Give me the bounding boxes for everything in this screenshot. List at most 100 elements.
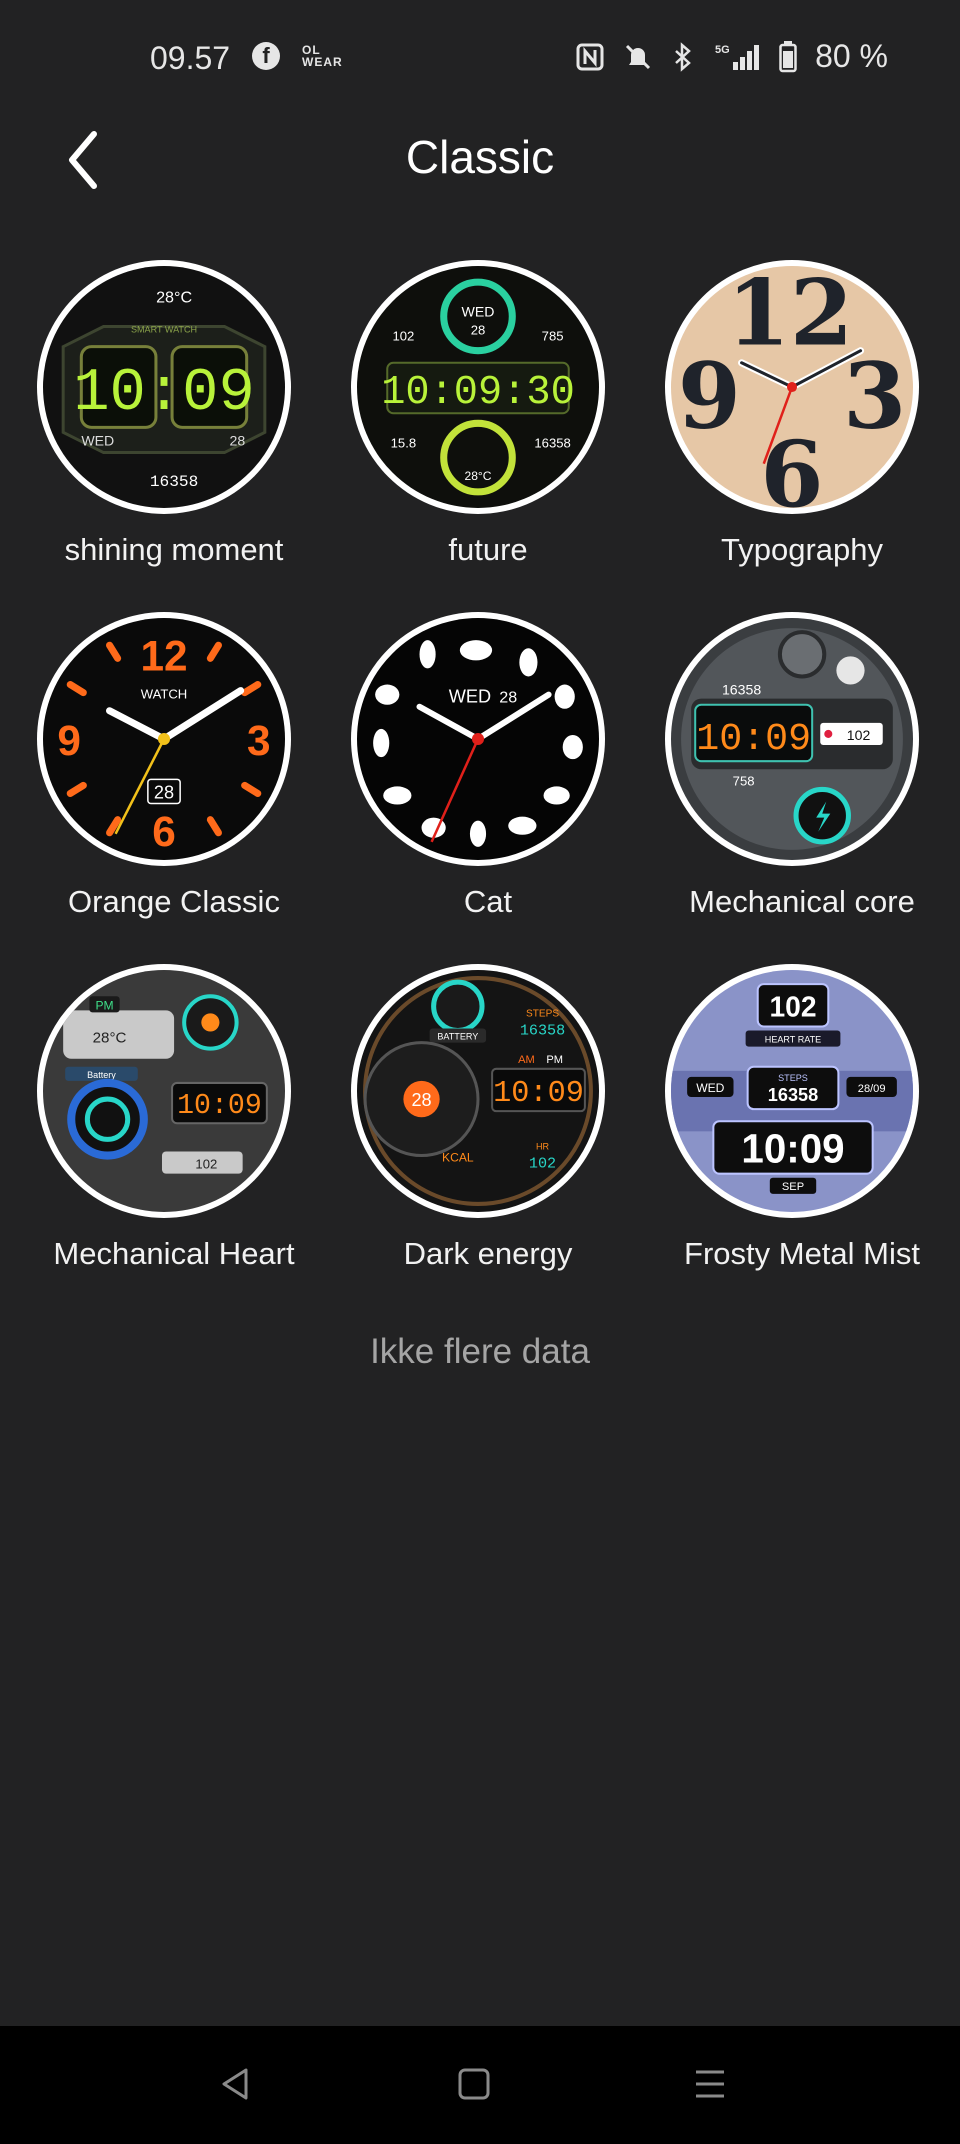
page-title: Classic [405,131,555,183]
face-time: 10:09:30 [381,370,575,416]
svg-text:WED: WED [449,687,491,707]
svg-text:WATCH: WATCH [141,687,188,702]
watch-face-preview: 10:09 16358 102 758 [671,618,913,860]
svg-text:102: 102 [529,1155,556,1173]
watch-face-thumbnail: 12 9 3 6 WATCH 28 [37,612,291,866]
watch-face-thumbnail: PM 28°C Battery 10:09 102 [37,964,291,1218]
svg-text:9: 9 [57,717,81,764]
nav-home-button[interactable] [434,2054,514,2114]
status-bar: 09.57 f OL WEAR 5G 80 % [0,0,960,120]
svg-text:3: 3 [843,343,906,449]
watch-face-shining-moment[interactable]: 10:09 28°C SMART WATCH WED 28 16358 shin… [17,260,331,590]
svg-text:3: 3 [247,717,271,764]
svg-text:785: 785 [542,329,564,344]
watch-face-thumbnail: BATTERY 28 STEPS 16358 AM PM 10:09 KCAL … [351,964,605,1218]
svg-text:HEART RATE: HEART RATE [765,1035,821,1045]
watch-face-label: Frosty Metal Mist [684,1236,920,1271]
nav-menu-button[interactable] [670,2054,750,2114]
svg-text:28: 28 [230,432,246,448]
svg-text:16358: 16358 [722,682,761,698]
svg-text:28: 28 [411,1090,431,1110]
no-more-data-text: Ikke flere data [370,1332,590,1371]
svg-text:28: 28 [499,689,517,707]
svg-text:16358: 16358 [534,436,570,451]
svg-text:Battery: Battery [87,1070,116,1080]
svg-text:KCAL: KCAL [442,1151,474,1165]
face-time: 10:09 [741,1126,844,1172]
watch-face-label: Mechanical core [689,884,915,919]
watch-face-future[interactable]: 10:09:30 WED 28 102 785 15.8 16358 28°C … [331,260,645,590]
watch-face-label: Mechanical Heart [53,1236,295,1271]
face-time: 10:09 [73,360,255,428]
watch-face-typography[interactable]: 12 9 3 6 Typography [645,260,959,590]
svg-text:15.8: 15.8 [391,436,416,451]
watch-face-preview: WED 28 [357,618,599,860]
svg-text:16358: 16358 [520,1022,565,1040]
svg-text:SEP: SEP [782,1181,804,1193]
watch-face-thumbnail: WED 28 [351,612,605,866]
svg-text:12: 12 [727,266,853,367]
svg-text:16358: 16358 [768,1085,818,1105]
watch-face-dark-energy[interactable]: BATTERY 28 STEPS 16358 AM PM 10:09 KCAL … [331,964,645,1294]
svg-text:WED: WED [462,303,495,319]
bluetooth-icon [671,41,695,72]
face-time: 10:09 [696,717,811,761]
watch-face-preview: 12 9 3 6 [671,266,913,508]
watch-face-label: Typography [721,532,883,567]
status-time: 09.57 [150,40,231,76]
network-label: 5G [715,44,730,56]
svg-text:758: 758 [733,773,755,788]
watch-face-preview: 12 9 3 6 WATCH 28 [43,618,285,860]
svg-text:16358: 16358 [150,473,198,491]
watch-face-label: shining moment [64,532,284,567]
watch-face-preview: 10:09 28°C SMART WATCH WED 28 16358 [43,266,285,508]
svg-text:102: 102 [195,1157,217,1172]
navigation-bar [0,2026,960,2144]
watch-face-thumbnail: 102 HEART RATE WED STEPS 16358 28/09 10:… [665,964,919,1218]
svg-text:6: 6 [152,808,176,855]
svg-text:BATTERY: BATTERY [437,1032,478,1042]
svg-text:102: 102 [392,329,414,344]
facebook-icon: f [252,42,280,70]
svg-text:WED: WED [81,432,114,448]
svg-text:9: 9 [678,343,741,449]
watch-face-preview: BATTERY 28 STEPS 16358 AM PM 10:09 KCAL … [357,970,599,1212]
watch-face-preview: 102 HEART RATE WED STEPS 16358 28/09 10:… [671,970,913,1212]
svg-text:28/09: 28/09 [858,1083,886,1095]
svg-text:HR: HR [536,1141,550,1151]
svg-text:102: 102 [847,727,871,743]
watch-face-label: Orange Classic [68,884,280,919]
svg-text:12: 12 [140,632,187,679]
svg-text:STEPS: STEPS [778,1073,808,1083]
square-home-icon [458,2068,490,2100]
status-right-icons: 5G 80 % [575,38,888,75]
svg-text:28: 28 [154,782,174,802]
svg-text:PM: PM [546,1054,563,1066]
watch-face-mechanical-core[interactable]: 10:09 16358 102 758 Mechanical core [645,612,959,942]
nfc-icon [575,42,605,72]
svg-text:6: 6 [760,422,823,508]
watch-face-label: Dark energy [403,1236,573,1271]
svg-text:SMART WATCH: SMART WATCH [131,325,197,335]
svg-text:28°C: 28°C [464,469,491,483]
watch-face-frosty-metal-mist[interactable]: 102 HEART RATE WED STEPS 16358 28/09 10:… [645,964,959,1294]
face-time: 10:09 [493,1077,584,1111]
watch-face-mechanical-heart[interactable]: PM 28°C Battery 10:09 102 Mechanical Hea… [17,964,331,1294]
battery-icon [779,40,797,73]
nav-back-button[interactable] [196,2054,276,2114]
mute-icon [623,42,653,72]
svg-text:AM: AM [518,1054,535,1066]
triangle-back-icon [222,2068,248,2100]
watch-face-label: Cat [463,884,513,919]
watch-face-thumbnail: 10:09 28°C SMART WATCH WED 28 16358 [37,260,291,514]
battery-percent: 80 % [815,38,888,74]
status-left-icons: f OL WEAR [252,42,343,70]
wear-app-icon: OL WEAR [302,43,343,69]
signal-5g-icon: 5G [713,42,761,72]
watch-face-orange-classic[interactable]: 12 9 3 6 WATCH 28 Orange Classic [17,612,331,942]
svg-text:PM: PM [95,998,113,1012]
svg-text:STEPS: STEPS [526,1008,559,1019]
svg-text:28°C: 28°C [156,288,192,306]
watch-face-label: future [448,532,528,567]
watch-face-cat[interactable]: WED 28 Cat [331,612,645,942]
